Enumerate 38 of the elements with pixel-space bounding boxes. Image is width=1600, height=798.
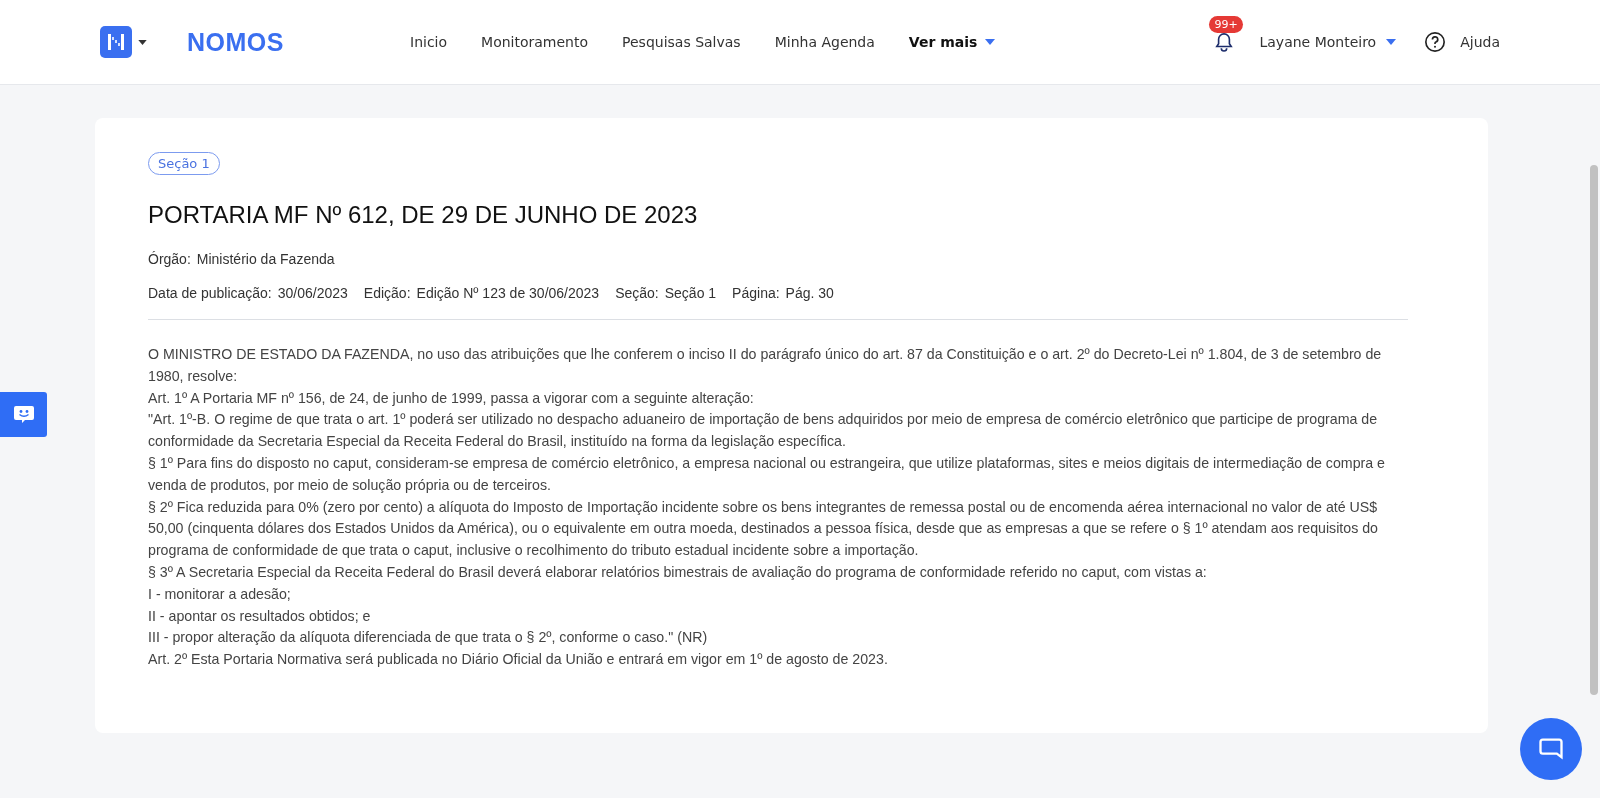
document-paragraph: O MINISTRO DE ESTADO DA FAZENDA, no uso das atribuições que lhe conferem o inciso II do parágrafo único do art. 87 da Constituição e o art. 2º do Decreto-Lei nº 1.804, de 3 de setembro de 1980, resolve: [148, 345, 1383, 386]
meta-value: Seção 1 [664, 285, 717, 301]
meta-value: 30/06/2023 [277, 285, 348, 301]
meta-label: Página: [732, 285, 780, 301]
notification-badge: 99+ [1209, 16, 1243, 33]
nav-link[interactable]: Inicio [410, 34, 448, 50]
bell-icon[interactable] [1215, 32, 1234, 52]
nav-link[interactable]: Minha Agenda [774, 34, 875, 50]
meta-value: Pág. 30 [785, 285, 834, 301]
document-paragraph: Art. 2º Esta Portaria Normativa será publicada no Diário Oficial da União e entrará em vigor em 1º de agosto de 2023. [148, 650, 889, 670]
document-paragraph: II - apontar os resultados obtidos; e [148, 606, 372, 626]
meta-label: Órgão: [148, 251, 191, 267]
user-menu[interactable]: Layane Monteiro [1259, 34, 1397, 50]
nav-dropdown[interactable]: Ver mais [908, 34, 996, 50]
meta-label: Data de publicação: [148, 285, 272, 301]
meta-value: Edição Nº 123 de 30/06/2023 [416, 285, 600, 301]
help-icon[interactable] [1424, 31, 1447, 53]
document-paragraph: I - monitorar a adesão; [148, 584, 292, 604]
document-paragraph: § 3º A Secretaria Especial da Receita Federal do Brasil deverá elaborar relatórios bimestrais de avaliação do programa de conformidade referido no caput, com vistas a: [148, 562, 1208, 582]
nav-link[interactable]: Monitoramento [481, 34, 589, 50]
meta-label: Edição: [363, 285, 411, 301]
document-paragraph: "Art. 1º-B. O regime de que trata o art. 1º poderá ser utilizado no despacho aduaneiro de importação de bens adquiridos por meio de empresa de comércio eletrônico que participe de programa de conformidade da Secretaria Especial da Receita Federal do Brasil, instituído na forma da legislação específica. [148, 410, 1379, 452]
document-paragraph: Art. 1º A Portaria MF nº 156, de 24, de junho de 1999, passa a vigorar com a seguinte alteração: [148, 388, 755, 408]
caret-icon[interactable] [138, 39, 147, 45]
meta-value: Ministério da Fazenda [196, 251, 335, 267]
document-paragraph: § 1º Para fins do disposto no caput, consideram-se empresa de comércio eletrônico, a empresa nacional ou estrangeira, que utilize plataformas, sites e meios digitais de intermediação de compra e venda de produtos, por meio de solução própria ou de terceiros. [148, 454, 1386, 495]
nav-link[interactable]: Pesquisas Salvas [622, 34, 741, 50]
caret-icon [985, 39, 996, 45]
document-paragraph: III - propor alteração da alíquota diferenciada de que trata o § 2º, conforme o caso." (NR) [148, 628, 709, 648]
caret-icon [1386, 39, 1397, 45]
feedback-tab[interactable] [0, 392, 47, 437]
brand-name[interactable]: NOMOS [187, 27, 284, 57]
document-title: PORTARIA MF Nº 612, DE 29 DE JUNHO DE 2023 [148, 201, 699, 229]
meta-label: Seção: [615, 285, 659, 301]
app-logo-icon[interactable] [100, 26, 132, 58]
document-paragraph: § 2º Fica reduzida para 0% (zero por cento) a alíquota do Imposto de Importação incidente sobre os bens integrantes de remessa postal ou de encomenda aérea internacional no valor de até US$ 50,00 (cinquenta dólares dos Estados Unidos da América), ou o equivalente em outra moeda, destinados a pessoa física, desde que as empresas a que se refere o § 1º atendam aos requisitos do programa de conformidade de que trata o caput, inclusive o recolhimento do tributo estadual incidente sobre a importação. [148, 497, 1379, 561]
scrollbar[interactable] [1590, 165, 1598, 695]
help-link[interactable]: Ajuda [1460, 34, 1500, 50]
